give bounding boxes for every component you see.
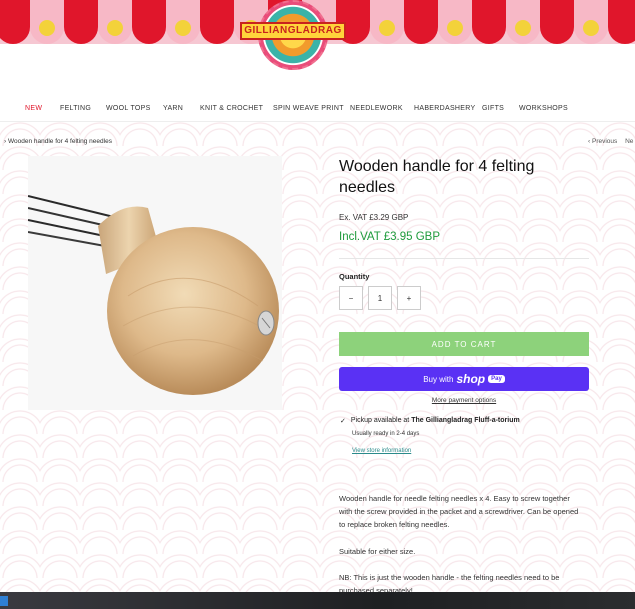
awning-scallop bbox=[166, 0, 200, 44]
awning-scallop bbox=[0, 0, 30, 44]
breadcrumb-current[interactable]: Wooden handle for 4 felting needles bbox=[8, 138, 112, 145]
awning-dot bbox=[515, 20, 531, 36]
main-nav: NEW FELTING WOOL TOPS YARN KNIT & CROCHE… bbox=[0, 100, 635, 116]
nav-item-needlework[interactable]: NEEDLEWORK bbox=[350, 105, 403, 112]
awning-scallop bbox=[608, 0, 635, 44]
nav-item-new[interactable]: NEW bbox=[25, 105, 42, 112]
pickup-prefix: Pickup available at bbox=[350, 417, 410, 424]
minus-icon: − bbox=[348, 293, 354, 303]
pickup-ready-time: Usually ready in 2-4 days bbox=[352, 431, 420, 437]
awning-dot bbox=[379, 20, 395, 36]
awning-dot bbox=[583, 20, 599, 36]
add-to-cart-button[interactable]: ADD TO CART bbox=[339, 332, 589, 356]
awning-scallop bbox=[506, 0, 540, 44]
awning-scallop bbox=[472, 0, 506, 44]
pickup-availability: ✓ Pickup available at The Gilliangladrag… bbox=[340, 417, 520, 425]
previous-link[interactable]: Previous bbox=[592, 138, 617, 145]
nav-item-spin-weave-print[interactable]: SPIN WEAVE PRINT bbox=[273, 105, 344, 112]
shop-pay-button[interactable]: Buy with shop Pay bbox=[339, 367, 589, 391]
plus-icon: + bbox=[406, 293, 412, 303]
wooden-handle-illustration bbox=[28, 156, 282, 410]
taskbar bbox=[0, 592, 635, 609]
nav-item-haberdashery[interactable]: HABERDASHERY bbox=[414, 105, 475, 112]
price-incl-vat: Incl.VAT £3.95 GBP bbox=[339, 231, 440, 243]
pay-badge: Pay bbox=[488, 375, 505, 383]
awning-scallop bbox=[438, 0, 472, 44]
chevron-left-icon: ‹ bbox=[588, 138, 591, 145]
shop-brand-label: shop bbox=[456, 372, 486, 386]
site-logo[interactable]: GILLIANGLADRAG bbox=[240, 0, 346, 78]
nav-item-knit-crochet[interactable]: KNIT & CROCHET bbox=[200, 105, 263, 112]
quantity-decrease-button[interactable]: − bbox=[339, 286, 363, 310]
awning-scallop bbox=[30, 0, 64, 44]
nav-item-gifts[interactable]: GIFTS bbox=[482, 105, 504, 112]
quantity-input[interactable]: 1 bbox=[368, 286, 392, 310]
more-payment-options-link[interactable]: More payment options bbox=[339, 397, 589, 404]
divider bbox=[339, 258, 589, 259]
awning-dot bbox=[39, 20, 55, 36]
chevron-right-icon: › bbox=[4, 138, 7, 145]
product-pager: ‹ Previous Ne bbox=[588, 138, 633, 145]
awning-scallop bbox=[200, 0, 234, 44]
nav-item-felting[interactable]: FELTING bbox=[60, 105, 91, 112]
nav-item-wool-tops[interactable]: WOOL TOPS bbox=[106, 105, 151, 112]
buy-with-label: Buy with bbox=[423, 374, 454, 384]
logo-banner: GILLIANGLADRAG bbox=[240, 22, 346, 40]
quantity-increase-button[interactable]: + bbox=[397, 286, 421, 310]
awning-scallop bbox=[64, 0, 98, 44]
awning-scallop bbox=[404, 0, 438, 44]
product-image[interactable] bbox=[28, 156, 282, 410]
quantity-label: Quantity bbox=[339, 272, 370, 281]
awning-scallop bbox=[574, 0, 608, 44]
breadcrumb: › Wooden handle for 4 felting needles bbox=[4, 138, 112, 145]
nav-item-yarn[interactable]: YARN bbox=[163, 105, 183, 112]
next-link[interactable]: Ne bbox=[625, 138, 633, 145]
awning-dot bbox=[447, 20, 463, 36]
price-ex-vat: Ex. VAT £3.29 GBP bbox=[339, 213, 409, 222]
awning-scallop bbox=[132, 0, 166, 44]
awning-dot bbox=[175, 20, 191, 36]
product-info: Wooden handle for 4 felting needles bbox=[339, 156, 589, 198]
product-description-1: Wooden handle for needle felting needles… bbox=[339, 494, 579, 529]
awning-scallop bbox=[98, 0, 132, 44]
start-icon[interactable] bbox=[0, 596, 8, 606]
view-store-info-link[interactable]: View store information bbox=[352, 448, 411, 454]
product-title: Wooden handle for 4 felting needles bbox=[339, 158, 535, 196]
product-description-2: Suitable for either size. bbox=[339, 547, 416, 556]
awning-scallop bbox=[540, 0, 574, 44]
checkmark-icon: ✓ bbox=[340, 418, 346, 425]
awning-dot bbox=[107, 20, 123, 36]
pickup-store-name: The Gilliangladrag Fluff-a-torium bbox=[411, 417, 520, 424]
awning-scallop bbox=[370, 0, 404, 44]
nav-item-workshops[interactable]: WORKSHOPS bbox=[519, 105, 568, 112]
